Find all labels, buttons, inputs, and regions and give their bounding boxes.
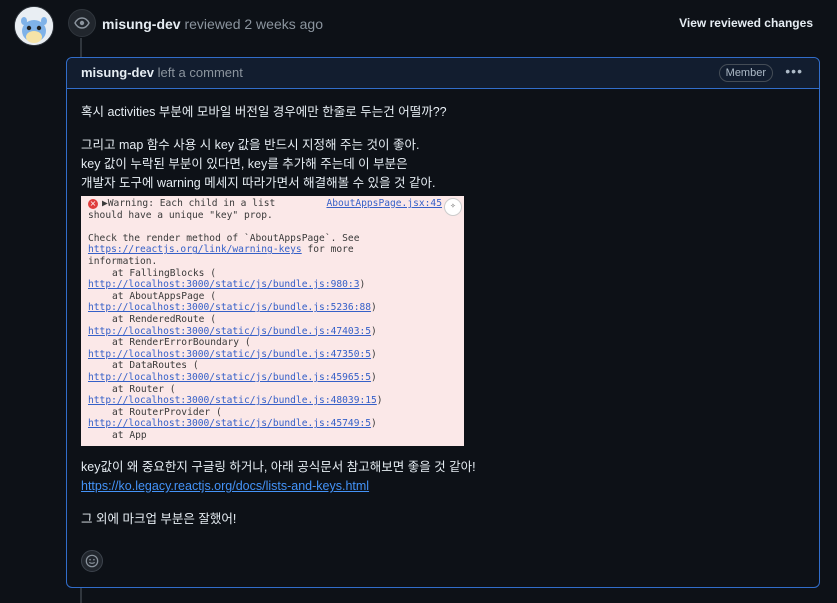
- console-for-more: for more: [301, 244, 354, 256]
- console-information: information.: [88, 255, 158, 267]
- console-stack-link: http://localhost:3000/static/js/bundle.j…: [88, 395, 377, 407]
- view-reviewed-changes-button[interactable]: View reviewed changes: [679, 16, 813, 30]
- console-stack-close: ): [371, 302, 377, 314]
- review-eye-badge: [68, 9, 96, 37]
- lightbulb-icon: ✧: [444, 198, 462, 216]
- console-warning-screenshot: × AboutAppsPage.jsx:45 ✧ ▶Warning: Each …: [81, 196, 464, 446]
- avatar[interactable]: [14, 6, 54, 46]
- console-stack-link-line: http://localhost:3000/static/js/bundle.j…: [88, 349, 458, 361]
- comment-paragraph-3: key값이 왜 중요한지 구글링 하거나, 아래 공식문서 참고해보면 좋을 것…: [81, 460, 476, 474]
- console-stack-link-line: http://localhost:3000/static/js/bundle.j…: [88, 302, 458, 314]
- add-reaction-button[interactable]: [81, 550, 103, 572]
- comment-box: misung-dev left a comment Member ••• 혹시 …: [66, 57, 820, 588]
- console-stack-link-line: http://localhost:3000/static/js/bundle.j…: [88, 326, 458, 338]
- console-warning-link: https://reactjs.org/link/warning-keys: [88, 244, 302, 256]
- comment-options-icon[interactable]: •••: [785, 63, 803, 79]
- console-check-line: Check the render method of `AboutAppsPag…: [88, 232, 360, 244]
- eye-icon: [74, 17, 90, 29]
- console-stack-frame: at DataRoutes (: [112, 360, 199, 372]
- comment-paragraph-4: 그 외에 마크업 부분은 잘했어!: [81, 512, 237, 526]
- console-stack-frame: at RenderErrorBoundary (: [112, 337, 251, 349]
- console-stack-link: http://localhost:3000/static/js/bundle.j…: [88, 348, 372, 360]
- console-stack-link: http://localhost:3000/static/js/bundle.j…: [88, 279, 360, 291]
- console-warning-link-line: https://reactjs.org/link/warning-keys fo…: [88, 244, 458, 256]
- review-author-link[interactable]: misung-dev: [102, 16, 181, 32]
- console-stack-frame: at Router (: [112, 383, 176, 395]
- console-stack-frame: at AboutAppsPage (: [112, 290, 216, 302]
- comment-paragraph-2-line-2: key 값이 누락된 부분이 있다면, key를 추가해 주는데 이 부분은: [81, 157, 408, 171]
- comment-author-link[interactable]: misung-dev: [81, 65, 154, 80]
- console-stack-frame: at RouterProvider (: [112, 406, 222, 418]
- console-stack-link: http://localhost:3000/static/js/bundle.j…: [88, 371, 372, 383]
- console-stack-frame: at RenderedRoute (: [112, 313, 216, 325]
- review-action-text: reviewed 2 weeks ago: [184, 16, 323, 32]
- console-stack-link-line: http://localhost:3000/static/js/bundle.j…: [88, 418, 458, 430]
- console-stack-close: ): [371, 418, 377, 430]
- smiley-icon: [85, 554, 99, 568]
- console-last-line: at App: [112, 429, 147, 441]
- console-stack-close: ): [371, 371, 377, 383]
- console-stack-link: http://localhost:3000/static/js/bundle.j…: [88, 302, 372, 314]
- avatar-illustration: [15, 7, 53, 45]
- console-stack-link-line: http://localhost:3000/static/js/bundle.j…: [88, 395, 458, 407]
- console-stack-close: ): [359, 279, 366, 291]
- console-stack-close: ): [376, 395, 383, 407]
- member-badge: Member: [718, 64, 773, 82]
- console-source-link: AboutAppsPage.jsx:45: [326, 198, 442, 209]
- error-x-icon: ×: [88, 199, 98, 209]
- console-stack-close: ): [371, 325, 377, 337]
- comment-header: misung-dev left a comment Member •••: [67, 58, 819, 89]
- console-warning-line-2: should have a unique "key" prop.: [88, 209, 273, 221]
- console-stack-link: http://localhost:3000/static/js/bundle.j…: [88, 418, 372, 430]
- review-header: misung-dev reviewed 2 weeks ago: [102, 15, 323, 33]
- comment-body: 혹시 activities 부분에 모바일 버전일 경우에만 한줄로 두는건 어…: [81, 103, 801, 529]
- comment-paragraph-2-line-1: 그리고 map 함수 사용 시 key 값을 반드시 지정해 주는 것이 좋아.: [81, 138, 420, 152]
- console-blank: [88, 221, 458, 233]
- comment-paragraph-2-line-3: 개발자 도구에 warning 메세지 따라가면서 해결해볼 수 있을 것 같아…: [81, 176, 436, 190]
- comment-paragraph-1: 혹시 activities 부분에 모바일 버전일 경우에만 한줄로 두는건 어…: [81, 105, 447, 119]
- console-stack-close: ): [371, 348, 377, 360]
- console-stack-trace: at FallingBlocks (http://localhost:3000/…: [88, 268, 458, 430]
- console-stack-frame: at FallingBlocks (: [112, 267, 216, 279]
- console-stack-link: http://localhost:3000/static/js/bundle.j…: [88, 325, 372, 337]
- console-stack-link-line: http://localhost:3000/static/js/bundle.j…: [88, 279, 458, 291]
- comment-action-text: left a comment: [157, 65, 243, 80]
- docs-link[interactable]: https://ko.legacy.reactjs.org/docs/lists…: [81, 479, 369, 493]
- console-stack-link-line: http://localhost:3000/static/js/bundle.j…: [88, 372, 458, 384]
- comment-author-line: misung-dev left a comment: [81, 65, 243, 81]
